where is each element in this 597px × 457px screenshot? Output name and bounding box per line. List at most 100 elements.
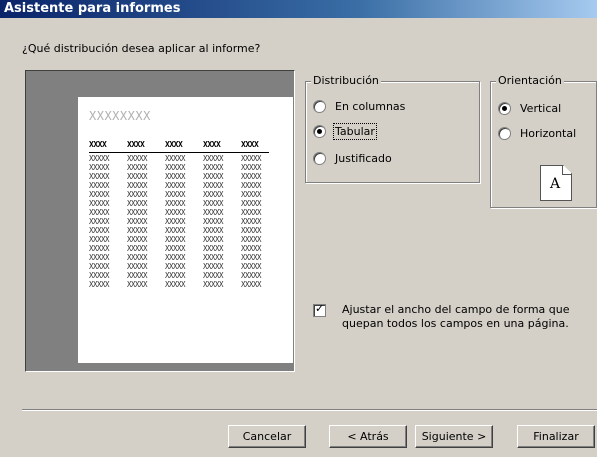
- preview-cell: XXXXX: [165, 163, 186, 172]
- radio-en-columnas[interactable]: En columnas: [313, 98, 405, 114]
- preview-cell: XXXXX: [127, 235, 148, 244]
- preview-title-placeholder: XXXXXXXX: [89, 109, 151, 123]
- radio-button[interactable]: [313, 99, 326, 113]
- preview-cell: XXXXX: [165, 217, 186, 226]
- preview-row: XXXXX XXXXX XXXXX XXXXX XXXXX: [89, 235, 279, 244]
- preview-cell: XXXXX: [127, 280, 148, 289]
- preview-header-cell: XXXX: [203, 140, 221, 149]
- preview-header-cell: XXXX: [89, 140, 107, 149]
- preview-row: XXXXX XXXXX XXXXX XXXXX XXXXX: [89, 217, 279, 226]
- preview-row: XXXXX XXXXX XXXXX XXXXX XXXXX: [89, 172, 279, 181]
- preview-cell: XXXXX: [203, 190, 224, 199]
- preview-cell: XXXXX: [89, 181, 110, 190]
- layout-preview: XXXXXXXX XXXX XXXX XXXX XXXX XXXX XXXXX X…: [25, 70, 295, 372]
- preview-cell: XXXXX: [127, 154, 148, 163]
- radio-button[interactable]: [498, 126, 511, 140]
- preview-cell: XXXXX: [89, 235, 110, 244]
- preview-cell: XXXXX: [89, 163, 110, 172]
- title-bar: Asistente para informes: [0, 0, 597, 18]
- preview-cell: XXXXX: [89, 217, 110, 226]
- preview-cell: XXXXX: [89, 262, 110, 271]
- radio-label: Tabular: [333, 122, 377, 140]
- preview-cell: XXXXX: [241, 226, 262, 235]
- preview-cell: XXXXX: [165, 262, 186, 271]
- preview-cell: XXXXX: [241, 163, 262, 172]
- preview-cell: XXXXX: [241, 253, 262, 262]
- preview-cell: XXXXX: [241, 271, 262, 280]
- preview-row: XXXXX XXXXX XXXXX XXXXX XXXXX: [89, 199, 279, 208]
- window-title: Asistente para informes: [4, 1, 181, 16]
- radio-button[interactable]: [313, 151, 326, 165]
- preview-cell: XXXXX: [241, 181, 262, 190]
- preview-cell: XXXXX: [127, 172, 148, 181]
- preview-cell: XXXXX: [127, 262, 148, 271]
- preview-cell: XXXXX: [89, 271, 110, 280]
- page-icon-letter: A: [550, 176, 561, 192]
- preview-cell: XXXXX: [165, 271, 186, 280]
- preview-cell: XXXXX: [241, 280, 262, 289]
- preview-cell: XXXXX: [203, 235, 224, 244]
- preview-cell: XXXXX: [203, 244, 224, 253]
- preview-row: XXXXX XXXXX XXXXX XXXXX XXXXX: [89, 154, 279, 163]
- preview-cell: XXXXX: [165, 181, 186, 190]
- preview-row: XXXXX XXXXX XXXXX XXXXX XXXXX: [89, 163, 279, 172]
- preview-cell: XXXXX: [203, 172, 224, 181]
- preview-cell: XXXXX: [165, 154, 186, 163]
- cancel-button[interactable]: Cancelar: [228, 425, 306, 448]
- radio-label: Justificado: [335, 151, 392, 165]
- radio-tabular[interactable]: Tabular: [313, 122, 377, 140]
- radio-vertical[interactable]: Vertical: [498, 100, 561, 116]
- preview-cell: XXXXX: [203, 208, 224, 217]
- preview-cell: XXXXX: [241, 208, 262, 217]
- preview-cell: XXXXX: [165, 226, 186, 235]
- preview-cell: XXXXX: [89, 154, 110, 163]
- preview-cell: XXXXX: [203, 199, 224, 208]
- radio-label: Vertical: [520, 101, 562, 115]
- preview-row: XXXXX XXXXX XXXXX XXXXX XXXXX: [89, 253, 279, 262]
- preview-cell: XXXXX: [241, 262, 262, 271]
- preview-header-row: XXXX XXXX XXXX XXXX XXXX: [89, 140, 269, 153]
- orientation-legend: Orientación: [496, 74, 564, 87]
- preview-cell: XXXXX: [89, 172, 110, 181]
- back-button[interactable]: < Atrás: [329, 425, 407, 448]
- preview-cell: XXXXX: [241, 244, 262, 253]
- preview-row: XXXXX XXXXX XXXXX XXXXX XXXXX: [89, 190, 279, 199]
- preview-cell: XXXXX: [89, 226, 110, 235]
- radio-justificado[interactable]: Justificado: [313, 150, 392, 166]
- preview-cell: XXXXX: [89, 208, 110, 217]
- preview-cell: XXXXX: [165, 280, 186, 289]
- finish-button[interactable]: Finalizar: [517, 425, 595, 448]
- adjust-width-checkbox[interactable]: [313, 302, 326, 317]
- preview-cell: XXXXX: [165, 199, 186, 208]
- preview-row: XXXXX XXXXX XXXXX XXXXX XXXXX: [89, 181, 279, 190]
- adjust-width-label: Ajustar el ancho del campo de forma que …: [342, 303, 570, 330]
- preview-cell: XXXXX: [127, 244, 148, 253]
- preview-cell: XXXXX: [241, 190, 262, 199]
- preview-cell: XXXXX: [203, 253, 224, 262]
- distribution-group: Distribución En columnas Tabular Justifi…: [305, 75, 480, 183]
- preview-cell: XXXXX: [241, 217, 262, 226]
- preview-cell: XXXXX: [89, 199, 110, 208]
- preview-cell: XXXXX: [127, 271, 148, 280]
- preview-header-cell: XXXX: [127, 140, 145, 149]
- preview-cell: XXXXX: [241, 235, 262, 244]
- adjust-width-option[interactable]: Ajustar el ancho del campo de forma que …: [313, 302, 582, 331]
- radio-button[interactable]: [498, 101, 511, 115]
- radio-button[interactable]: [313, 124, 326, 138]
- next-button[interactable]: Siguiente >: [415, 425, 493, 448]
- radio-horizontal[interactable]: Horizontal: [498, 125, 576, 141]
- preview-cell: XXXXX: [241, 154, 262, 163]
- preview-cell: XXXXX: [165, 208, 186, 217]
- preview-row: XXXXX XXXXX XXXXX XXXXX XXXXX: [89, 280, 279, 289]
- preview-row: XXXXX XXXXX XXXXX XXXXX XXXXX: [89, 208, 279, 217]
- preview-cell: XXXXX: [127, 163, 148, 172]
- preview-cell: XXXXX: [127, 217, 148, 226]
- preview-cell: XXXXX: [165, 172, 186, 181]
- preview-page: XXXXXXXX XXXX XXXX XXXX XXXX XXXX XXXXX X…: [78, 97, 293, 363]
- preview-cell: XXXXX: [203, 154, 224, 163]
- preview-cell: XXXXX: [127, 199, 148, 208]
- preview-header-cell: XXXX: [241, 140, 259, 149]
- preview-cell: XXXXX: [203, 271, 224, 280]
- preview-cell: XXXXX: [127, 253, 148, 262]
- preview-row: XXXXX XXXXX XXXXX XXXXX XXXXX: [89, 271, 279, 280]
